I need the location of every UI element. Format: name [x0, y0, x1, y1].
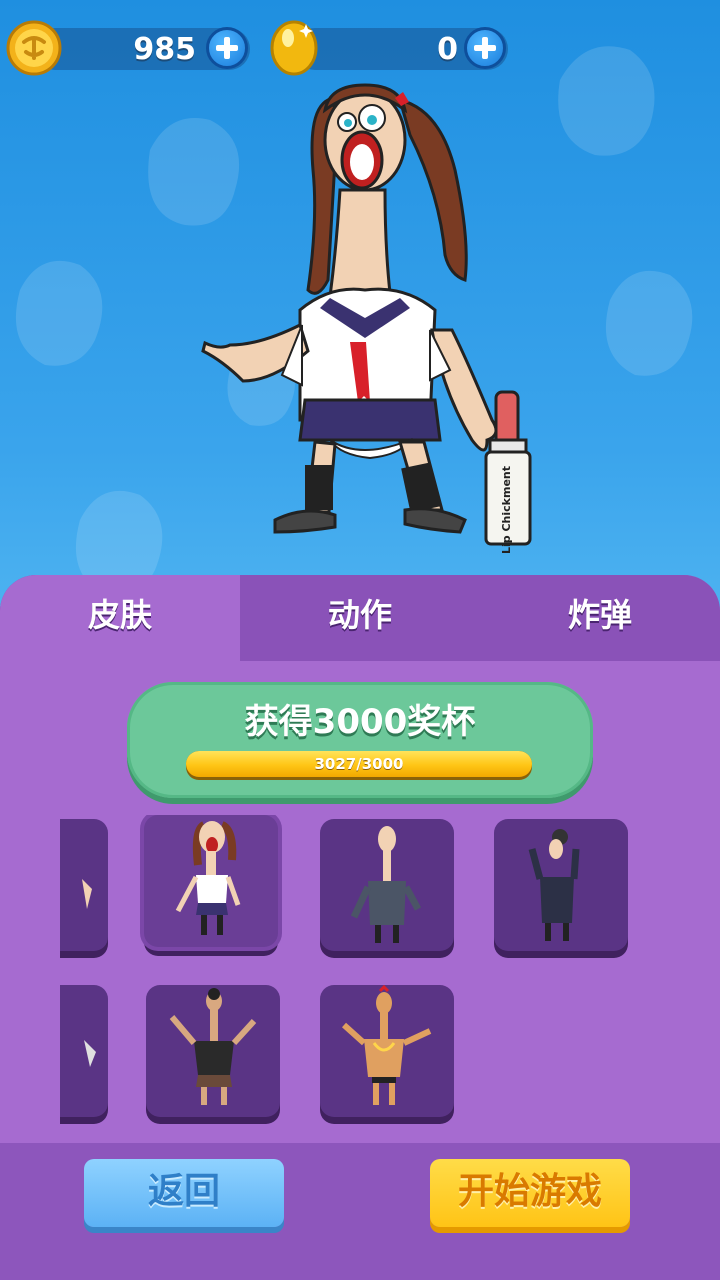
skin-card-partial-1[interactable] [60, 819, 108, 951]
coin-count: 0 [437, 32, 458, 67]
goal-title: 获得3000奖杯 [244, 702, 476, 742]
tab-actions[interactable]: 动作 [240, 575, 480, 661]
skin-card-singer[interactable] [494, 819, 628, 951]
black-shirt-figure [169, 988, 257, 1105]
coin-counter: 0 [268, 20, 508, 76]
gold-chain-figure [341, 985, 432, 1105]
skin-card-gold-chain[interactable] [320, 985, 454, 1117]
skin-card-black-shirt[interactable] [146, 985, 280, 1117]
skin-panel: 皮肤 动作 炸弹 获得3000奖杯 3027/3000 返回 开始游戏 [0, 575, 720, 1280]
skin-card-suit[interactable] [320, 819, 454, 951]
add-coin-button[interactable] [464, 27, 506, 69]
suit-figure [350, 826, 422, 943]
trophy-coin-icon [6, 20, 62, 76]
tab-skin[interactable]: 皮肤 [0, 575, 240, 661]
skin-card-partial-2[interactable] [60, 985, 108, 1117]
trophy-goal-banner: 获得3000奖杯 3027/3000 [127, 682, 593, 798]
trophy-counter: 985 [6, 20, 250, 76]
tab-bombs[interactable]: 炸弹 [480, 575, 720, 661]
right-pigtail [397, 97, 468, 283]
back-button[interactable]: 返回 [84, 1159, 284, 1227]
skin-card-schoolgirl[interactable] [144, 815, 278, 947]
lipstick-label: Lip Chickment [500, 466, 513, 555]
start-game-button[interactable]: 开始游戏 [430, 1159, 630, 1227]
add-trophy-button[interactable] [206, 27, 248, 69]
tab-bar: 皮肤 动作 炸弹 [0, 575, 720, 661]
goal-progress-bar: 3027/3000 [186, 751, 532, 777]
schoolgirl-figure [175, 821, 241, 935]
gold-egg-coin-icon [270, 20, 318, 76]
goal-progress-text: 3027/3000 [314, 755, 404, 773]
singer-figure [528, 829, 580, 941]
skin-grid [60, 815, 720, 1135]
bottom-bar: 返回 开始游戏 [0, 1143, 720, 1280]
trophy-count: 985 [133, 32, 196, 67]
character-preview[interactable] [190, 80, 550, 560]
